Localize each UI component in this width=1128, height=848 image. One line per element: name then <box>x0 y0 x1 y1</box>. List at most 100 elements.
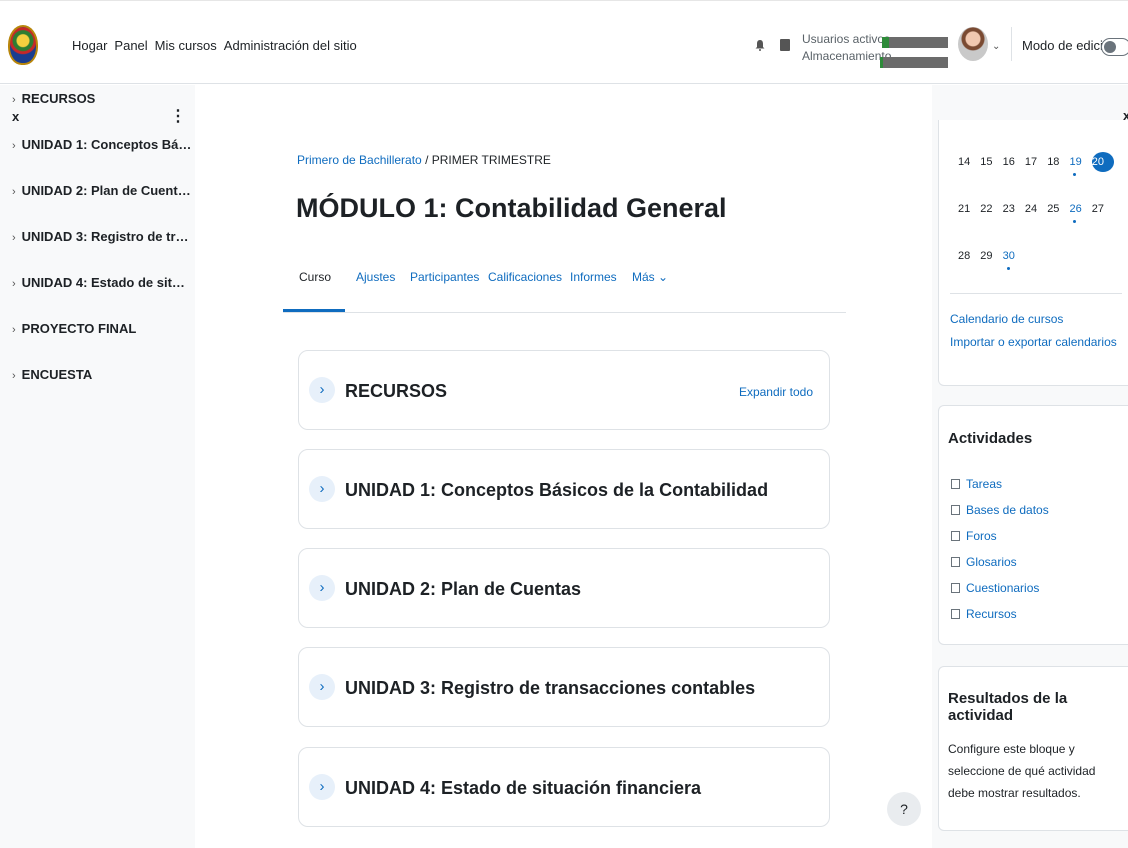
help-button[interactable]: ? <box>887 792 921 826</box>
navbar-divider <box>1011 27 1012 61</box>
chevron-right-icon: › <box>12 370 16 382</box>
section-title[interactable]: RECURSOS <box>345 381 447 402</box>
active-tab-indicator <box>283 309 345 312</box>
breadcrumb: Primero de Bachillerato / PRIMER TRIMEST… <box>297 153 551 167</box>
calendar-day[interactable]: 22 <box>980 203 1002 215</box>
calendar-day-event[interactable]: 30 <box>1003 250 1025 270</box>
calendar-day[interactable]: 29 <box>980 250 1002 262</box>
activity-link-databases[interactable]: Bases de datos <box>951 503 1049 529</box>
chevron-right-icon: › <box>12 186 16 198</box>
section-title[interactable]: UNIDAD 4: Estado de situación financiera <box>345 778 701 799</box>
tab-reports[interactable]: Informes <box>570 270 617 284</box>
course-tabs: Curso Ajustes Participantes Calificacion… <box>283 270 846 313</box>
user-menu-chevron-down-icon[interactable]: ⌄ <box>992 41 1000 52</box>
course-index-item[interactable]: › RECURSOS <box>12 91 192 137</box>
calendar-day[interactable]: 23 <box>1003 203 1025 215</box>
edit-mode-toggle[interactable] <box>1101 38 1128 56</box>
calendar-day[interactable]: 21 <box>958 203 980 215</box>
active-users-bar-fill <box>882 37 889 48</box>
chevron-right-icon: › <box>12 140 16 152</box>
course-index-list: ›RECURSOS ›UNIDAD 1: Conceptos Básicos .… <box>12 91 192 413</box>
quiz-icon <box>951 583 960 593</box>
activity-link-assignments[interactable]: Tareas <box>951 477 1049 503</box>
page-title: MÓDULO 1: Contabilidad General <box>296 193 727 223</box>
course-section: › UNIDAD 2: Plan de Cuentas <box>298 548 830 628</box>
nav-link-site-admin[interactable]: Administración del sitio <box>224 38 357 53</box>
expand-section-chevron-icon[interactable]: › <box>309 674 335 700</box>
course-calendar-link[interactable]: Calendario de cursos <box>950 312 1063 326</box>
expand-section-chevron-icon[interactable]: › <box>309 575 335 601</box>
glossary-icon <box>951 557 960 567</box>
nav-link-home[interactable]: Hogar <box>72 38 107 53</box>
calendar-day[interactable]: 14 <box>958 156 980 172</box>
calendar-day[interactable]: 16 <box>1003 156 1025 172</box>
course-index-item[interactable]: › UNIDAD 2: Plan de Cuentas <box>12 183 192 229</box>
calendar-day-today[interactable]: 20 <box>1091 152 1115 172</box>
calendar-day-event[interactable]: 26 <box>1069 203 1091 223</box>
usage-stats: Usuarios activos Almacenamiento <box>802 31 891 65</box>
breadcrumb-separator: / <box>421 153 432 167</box>
calendar-day[interactable]: 18 <box>1047 156 1069 172</box>
activity-link-quizzes[interactable]: Cuestionarios <box>951 581 1049 607</box>
calendar-day[interactable]: 28 <box>958 250 980 262</box>
expand-section-chevron-icon[interactable]: › <box>309 377 335 403</box>
calendar-day[interactable]: 27 <box>1092 203 1114 215</box>
tab-settings[interactable]: Ajustes <box>356 270 395 284</box>
storage-label: Almacenamiento <box>802 49 892 63</box>
site-logo[interactable] <box>8 25 38 65</box>
section-title[interactable]: UNIDAD 1: Conceptos Básicos de la Contab… <box>345 480 768 501</box>
course-index-item[interactable]: › ENCUESTA <box>12 367 192 413</box>
course-section: › UNIDAD 3: Registro de transacciones co… <box>298 647 830 727</box>
database-icon <box>951 505 960 515</box>
nav-link-my-courses[interactable]: Mis cursos <box>155 38 217 53</box>
chevron-right-icon: › <box>12 324 16 336</box>
import-export-calendar-link[interactable]: Importar o exportar calendarios <box>950 335 1117 349</box>
tab-grades[interactable]: Calificaciones <box>488 270 562 284</box>
breadcrumb-link-course[interactable]: Primero de Bachillerato <box>297 153 422 167</box>
calendar-day[interactable]: 25 <box>1047 203 1069 215</box>
activity-link-resources[interactable]: Recursos <box>951 607 1049 633</box>
section-title[interactable]: UNIDAD 3: Registro de transacciones cont… <box>345 678 755 699</box>
notifications-bell-icon[interactable] <box>754 39 766 51</box>
calendar-day[interactable]: 24 <box>1025 203 1047 215</box>
section-title[interactable]: UNIDAD 2: Plan de Cuentas <box>345 579 581 600</box>
chevron-right-icon: › <box>12 94 16 106</box>
calendar-day-event[interactable]: 19 <box>1069 156 1091 176</box>
user-avatar[interactable] <box>958 27 988 61</box>
storage-bar-fill <box>880 57 884 68</box>
top-navbar: Hogar Panel Mis cursos Administración de… <box>0 0 1128 84</box>
course-section: › RECURSOS Expandir todo <box>298 350 830 430</box>
primary-navigation: Hogar Panel Mis cursos Administración de… <box>72 38 357 53</box>
course-index-item[interactable]: ›UNIDAD 4: Estado de situación... <box>12 275 192 321</box>
activity-results-title: Resultados de la actividad <box>948 690 1068 724</box>
resource-icon <box>951 609 960 619</box>
expand-section-chevron-icon[interactable]: › <box>309 476 335 502</box>
breadcrumb-current: PRIMER TRIMESTRE <box>431 153 551 167</box>
activities-block-title: Actividades <box>948 430 1033 447</box>
storage-bar <box>880 57 948 68</box>
calendar-week: 21 22 23 24 25 26 27 <box>958 203 1114 223</box>
tab-course[interactable]: Curso <box>299 270 331 284</box>
active-users-bar <box>882 37 948 48</box>
course-section: › UNIDAD 4: Estado de situación financie… <box>298 747 830 827</box>
course-index-item[interactable]: ›UNIDAD 3: Registro de transac... <box>12 229 192 275</box>
active-users-label: Usuarios activos <box>802 32 891 46</box>
assignment-icon <box>951 479 960 489</box>
course-index-item[interactable]: › PROYECTO FINAL <box>12 321 192 367</box>
tab-participants[interactable]: Participantes <box>410 270 479 284</box>
calendar-day[interactable]: 15 <box>980 156 1002 172</box>
messages-icon[interactable] <box>780 39 790 51</box>
close-block-drawer-button[interactable]: x <box>1123 108 1128 123</box>
expand-all-link[interactable]: Expandir todo <box>739 385 813 399</box>
activity-link-glossaries[interactable]: Glosarios <box>951 555 1049 581</box>
calendar-day[interactable]: 17 <box>1025 156 1047 172</box>
forum-icon <box>951 531 960 541</box>
course-index-item[interactable]: ›UNIDAD 1: Conceptos Básicos ... <box>12 137 192 183</box>
expand-section-chevron-icon[interactable]: › <box>309 774 335 800</box>
tab-more[interactable]: Más ⌄ <box>632 270 668 284</box>
calendar-divider <box>950 293 1122 294</box>
chevron-right-icon: › <box>12 232 16 244</box>
activity-link-forums[interactable]: Foros <box>951 529 1049 555</box>
nav-link-dashboard[interactable]: Panel <box>114 38 147 53</box>
activities-list: Tareas Bases de datos Foros Glosarios Cu… <box>951 477 1049 633</box>
